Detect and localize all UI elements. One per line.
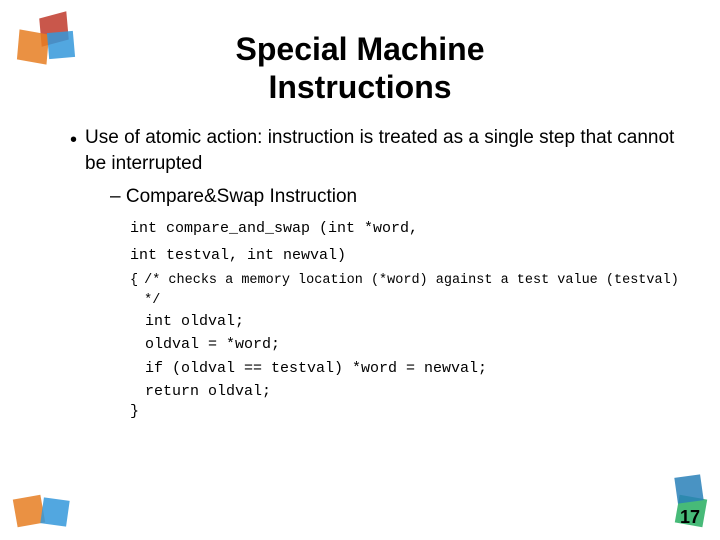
slide-title: Special Machine Instructions <box>40 30 680 107</box>
code-close-brace: } <box>130 403 680 420</box>
bullet-symbol: • <box>70 126 77 154</box>
code-body-4: return oldval; <box>145 380 680 403</box>
deco-top-left-icon <box>10 10 90 90</box>
code-body-3: if (oldval == testval) *word = newval; <box>145 357 680 380</box>
open-brace: { <box>130 271 138 291</box>
slide: Special Machine Instructions • Use of at… <box>0 0 720 540</box>
content-area: • Use of atomic action: instruction is t… <box>60 125 680 420</box>
sub-item-compare-swap: – Compare&Swap Instruction <box>110 184 680 211</box>
bullet-item-1: • Use of atomic action: instruction is t… <box>70 125 680 178</box>
slide-number: 17 <box>680 507 700 528</box>
code-body-1: int oldval; <box>145 310 680 333</box>
code-open-brace-comment: { /* checks a memory location (*word) ag… <box>130 271 680 310</box>
code-line-2: int testval, int newval) <box>130 244 680 267</box>
bullet-text-1: Use of atomic action: instruction is tre… <box>85 125 680 178</box>
code-body-2: oldval = *word; <box>145 333 680 356</box>
code-line-1: int compare_and_swap (int *word, <box>130 217 680 240</box>
code-comment: /* checks a memory location (*word) agai… <box>144 271 680 310</box>
deco-bottom-left-icon <box>10 470 90 530</box>
